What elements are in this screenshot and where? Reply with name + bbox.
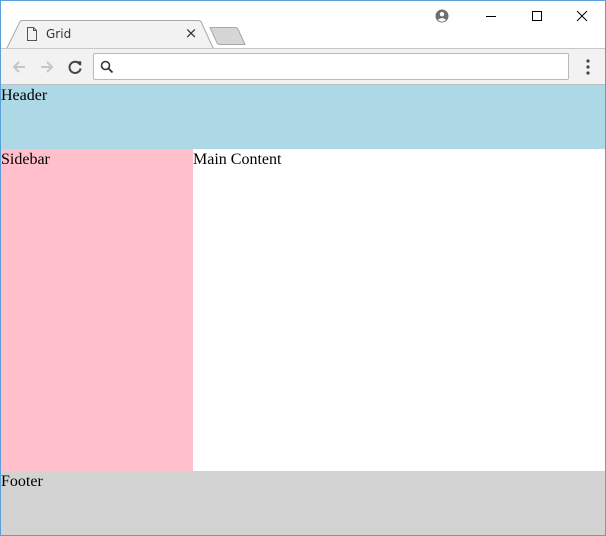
grid-sidebar: Sidebar xyxy=(1,149,193,471)
reload-icon xyxy=(68,60,82,74)
more-vertical-icon xyxy=(586,59,590,75)
tab-grid[interactable]: Grid × xyxy=(6,20,214,49)
account-circle-icon[interactable] xyxy=(435,9,449,23)
back-button[interactable] xyxy=(8,56,30,78)
close-window-button[interactable] xyxy=(559,1,605,31)
close-icon xyxy=(576,10,588,22)
maximize-icon xyxy=(532,11,542,21)
title-bar: Grid × xyxy=(1,1,605,49)
forward-arrow-icon xyxy=(41,61,54,73)
menu-button[interactable] xyxy=(579,56,597,78)
minimize-button[interactable] xyxy=(468,1,514,31)
minimize-icon xyxy=(486,16,496,17)
grid-main-content: Main Content xyxy=(193,149,605,471)
search-icon xyxy=(100,60,114,74)
grid-header: Header xyxy=(1,85,605,149)
maximize-button[interactable] xyxy=(514,1,560,31)
forward-button[interactable] xyxy=(36,56,58,78)
tab-title: Grid xyxy=(46,27,72,41)
sidebar-label: Sidebar xyxy=(1,151,50,168)
header-label: Header xyxy=(1,87,48,104)
reload-button[interactable] xyxy=(64,56,86,78)
new-tab-icon[interactable] xyxy=(209,26,247,46)
grid-footer: Footer xyxy=(1,471,605,535)
toolbar xyxy=(1,48,605,85)
address-bar[interactable] xyxy=(93,53,569,80)
footer-label: Footer xyxy=(1,473,43,490)
page-content: Header Sidebar Main Content Footer xyxy=(1,85,605,535)
address-input[interactable] xyxy=(120,56,560,77)
browser-window: Grid × Header Sidebar Main Content Foote… xyxy=(0,0,606,536)
page-icon xyxy=(26,27,38,41)
tab-close-icon[interactable]: × xyxy=(184,26,198,41)
main-content-label: Main Content xyxy=(193,151,282,168)
back-arrow-icon xyxy=(12,61,25,73)
